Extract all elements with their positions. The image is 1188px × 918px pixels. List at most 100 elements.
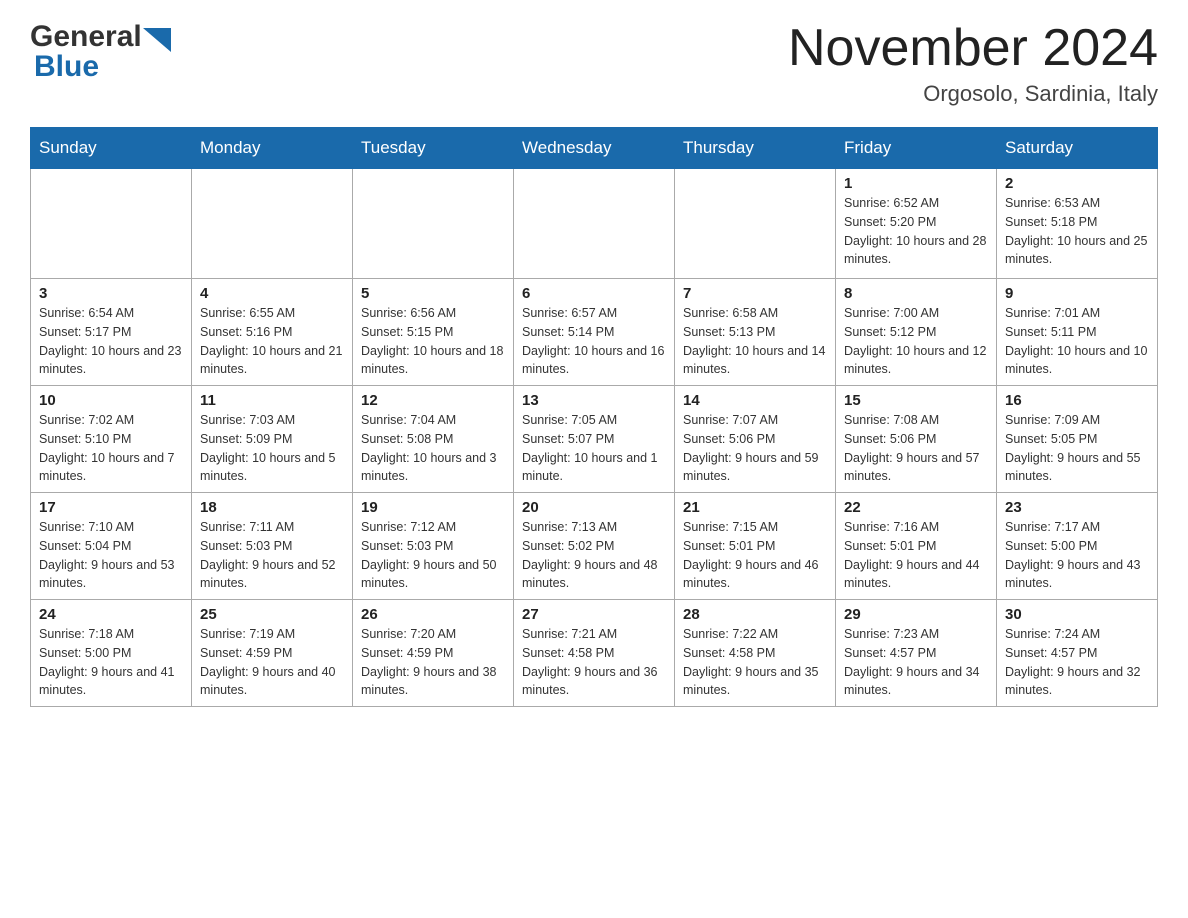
calendar-cell: 2Sunrise: 6:53 AMSunset: 5:18 PMDaylight…: [997, 169, 1158, 279]
day-number: 15: [844, 392, 988, 409]
day-info: Sunrise: 7:12 AMSunset: 5:03 PMDaylight:…: [361, 518, 505, 593]
day-number: 6: [522, 285, 666, 302]
day-number: 7: [683, 285, 827, 302]
calendar-cell: 6 Sunrise: 6:57 AMSunset: 5:14 PMDaylight…: [514, 279, 675, 386]
day-info: Sunrise: 7:03 AMSunset: 5:09 PMDaylight:…: [200, 411, 344, 486]
calendar-week-5: 24 Sunrise: 7:18 AMSunset: 5:00 PMDayligh…: [31, 600, 1158, 707]
day-info: Sunrise: 7:21 AMSunset: 4:58 PMDaylight:…: [522, 625, 666, 700]
title-section: November 2024 Orgosolo, Sardinia, Italy: [788, 20, 1158, 107]
day-info: Sunrise: 6:55 AMSunset: 5:16 PMDaylight:…: [200, 304, 344, 379]
calendar-week-4: 17 Sunrise: 7:10 AMSunset: 5:04 PMDayligh…: [31, 493, 1158, 600]
col-wednesday: Wednesday: [514, 128, 675, 169]
day-info: Sunrise: 6:54 AMSunset: 5:17 PMDaylight:…: [39, 304, 183, 379]
calendar-cell: [192, 169, 353, 279]
day-info: Sunrise: 7:18 AMSunset: 5:00 PMDaylight:…: [39, 625, 183, 700]
col-tuesday: Tuesday: [353, 128, 514, 169]
day-info: Sunrise: 7:10 AMSunset: 5:04 PMDaylight:…: [39, 518, 183, 593]
page-header: General Blue November 2024 Orgosolo, Sar…: [30, 20, 1158, 107]
day-info: Sunrise: 7:08 AMSunset: 5:06 PMDaylight:…: [844, 411, 988, 486]
calendar-cell: 1Sunrise: 6:52 AMSunset: 5:20 PMDaylight…: [836, 169, 997, 279]
day-number: 23: [1005, 499, 1149, 516]
day-number: 9: [1005, 285, 1149, 302]
day-info: Sunrise: 7:17 AMSunset: 5:00 PMDaylight:…: [1005, 518, 1149, 593]
day-number: 8: [844, 285, 988, 302]
day-number: 14: [683, 392, 827, 409]
day-info: Sunrise: 6:57 AMSunset: 5:14 PMDaylight:…: [522, 304, 666, 379]
day-info: Sunrise: 6:56 AMSunset: 5:15 PMDaylight:…: [361, 304, 505, 379]
day-info: Sunrise: 7:01 AMSunset: 5:11 PMDaylight:…: [1005, 304, 1149, 379]
calendar-week-2: 3 Sunrise: 6:54 AMSunset: 5:17 PMDaylight…: [31, 279, 1158, 386]
day-number: 27: [522, 606, 666, 623]
day-number: 4: [200, 285, 344, 302]
calendar-cell: [675, 169, 836, 279]
calendar-table: Sunday Monday Tuesday Wednesday Thursday…: [30, 127, 1158, 707]
col-friday: Friday: [836, 128, 997, 169]
day-info: Sunrise: 7:05 AMSunset: 5:07 PMDaylight:…: [522, 411, 666, 486]
calendar-cell: [514, 169, 675, 279]
calendar-cell: 11 Sunrise: 7:03 AMSunset: 5:09 PMDayligh…: [192, 386, 353, 493]
day-info: Sunrise: 7:09 AMSunset: 5:05 PMDaylight:…: [1005, 411, 1149, 486]
day-number: 5: [361, 285, 505, 302]
day-number: 3: [39, 285, 183, 302]
day-number: 28: [683, 606, 827, 623]
calendar-week-1: 1Sunrise: 6:52 AMSunset: 5:20 PMDaylight…: [31, 169, 1158, 279]
calendar-week-3: 10 Sunrise: 7:02 AMSunset: 5:10 PMDayligh…: [31, 386, 1158, 493]
day-info: Sunrise: 7:16 AMSunset: 5:01 PMDaylight:…: [844, 518, 988, 593]
calendar-cell: 24 Sunrise: 7:18 AMSunset: 5:00 PMDayligh…: [31, 600, 192, 707]
col-sunday: Sunday: [31, 128, 192, 169]
day-info: Sunrise: 7:07 AMSunset: 5:06 PMDaylight:…: [683, 411, 827, 486]
calendar-cell: 19 Sunrise: 7:12 AMSunset: 5:03 PMDayligh…: [353, 493, 514, 600]
month-title: November 2024: [788, 20, 1158, 77]
day-info: Sunrise: 7:22 AMSunset: 4:58 PMDaylight:…: [683, 625, 827, 700]
calendar-cell: 5 Sunrise: 6:56 AMSunset: 5:15 PMDaylight…: [353, 279, 514, 386]
day-number: 21: [683, 499, 827, 516]
col-monday: Monday: [192, 128, 353, 169]
day-info: Sunrise: 7:20 AMSunset: 4:59 PMDaylight:…: [361, 625, 505, 700]
calendar-cell: 8 Sunrise: 7:00 AMSunset: 5:12 PMDaylight…: [836, 279, 997, 386]
day-number: 11: [200, 392, 344, 409]
calendar-cell: 29 Sunrise: 7:23 AMSunset: 4:57 PMDayligh…: [836, 600, 997, 707]
calendar-cell: 7 Sunrise: 6:58 AMSunset: 5:13 PMDaylight…: [675, 279, 836, 386]
calendar-cell: 26Sunrise: 7:20 AMSunset: 4:59 PMDayligh…: [353, 600, 514, 707]
day-info: Sunrise: 6:58 AMSunset: 5:13 PMDaylight:…: [683, 304, 827, 379]
calendar-cell: 13 Sunrise: 7:05 AMSunset: 5:07 PMDayligh…: [514, 386, 675, 493]
day-info: Sunrise: 7:24 AMSunset: 4:57 PMDaylight:…: [1005, 625, 1149, 700]
day-info: Sunrise: 7:02 AMSunset: 5:10 PMDaylight:…: [39, 411, 183, 486]
day-info: Sunrise: 6:53 AMSunset: 5:18 PMDaylight:…: [1005, 194, 1149, 269]
calendar-cell: 14 Sunrise: 7:07 AMSunset: 5:06 PMDayligh…: [675, 386, 836, 493]
calendar-cell: 17 Sunrise: 7:10 AMSunset: 5:04 PMDayligh…: [31, 493, 192, 600]
day-number: 17: [39, 499, 183, 516]
day-number: 13: [522, 392, 666, 409]
day-info: Sunrise: 7:23 AMSunset: 4:57 PMDaylight:…: [844, 625, 988, 700]
day-number: 25: [200, 606, 344, 623]
day-number: 29: [844, 606, 988, 623]
location-subtitle: Orgosolo, Sardinia, Italy: [788, 81, 1158, 107]
day-info: Sunrise: 7:00 AMSunset: 5:12 PMDaylight:…: [844, 304, 988, 379]
day-info: Sunrise: 7:15 AMSunset: 5:01 PMDaylight:…: [683, 518, 827, 593]
calendar-header-row: Sunday Monday Tuesday Wednesday Thursday…: [31, 128, 1158, 169]
day-number: 18: [200, 499, 344, 516]
day-number: 10: [39, 392, 183, 409]
calendar-cell: 12 Sunrise: 7:04 AMSunset: 5:08 PMDayligh…: [353, 386, 514, 493]
calendar-cell: 10 Sunrise: 7:02 AMSunset: 5:10 PMDayligh…: [31, 386, 192, 493]
col-saturday: Saturday: [997, 128, 1158, 169]
day-number: 12: [361, 392, 505, 409]
logo-blue-text: Blue: [34, 50, 99, 84]
day-number: 19: [361, 499, 505, 516]
calendar-cell: 28 Sunrise: 7:22 AMSunset: 4:58 PMDayligh…: [675, 600, 836, 707]
calendar-cell: 3 Sunrise: 6:54 AMSunset: 5:17 PMDaylight…: [31, 279, 192, 386]
calendar-cell: 22Sunrise: 7:16 AMSunset: 5:01 PMDayligh…: [836, 493, 997, 600]
calendar-cell: [353, 169, 514, 279]
calendar-cell: 25 Sunrise: 7:19 AMSunset: 4:59 PMDayligh…: [192, 600, 353, 707]
logo-general-text: General: [30, 20, 142, 54]
day-info: Sunrise: 7:19 AMSunset: 4:59 PMDaylight:…: [200, 625, 344, 700]
calendar-cell: 18Sunrise: 7:11 AMSunset: 5:03 PMDayligh…: [192, 493, 353, 600]
day-info: Sunrise: 7:13 AMSunset: 5:02 PMDaylight:…: [522, 518, 666, 593]
calendar-cell: 16 Sunrise: 7:09 AMSunset: 5:05 PMDayligh…: [997, 386, 1158, 493]
day-info: Sunrise: 7:04 AMSunset: 5:08 PMDaylight:…: [361, 411, 505, 486]
day-number: 16: [1005, 392, 1149, 409]
col-thursday: Thursday: [675, 128, 836, 169]
day-number: 24: [39, 606, 183, 623]
logo-arrow-icon: [143, 28, 171, 52]
calendar-cell: 9 Sunrise: 7:01 AMSunset: 5:11 PMDaylight…: [997, 279, 1158, 386]
